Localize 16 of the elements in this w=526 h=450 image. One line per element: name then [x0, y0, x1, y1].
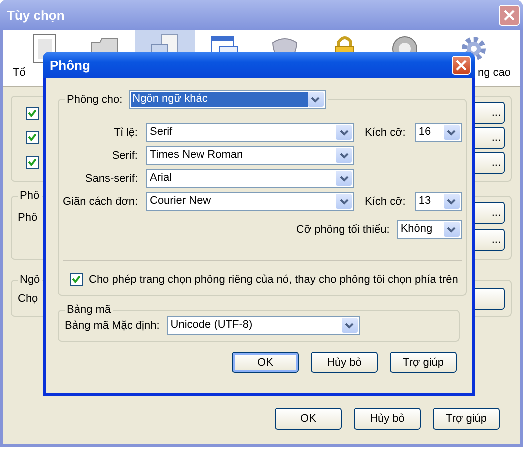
- group-title: Ngô: [19, 274, 42, 286]
- label: Chọ: [18, 293, 38, 305]
- label: Phô: [18, 212, 38, 224]
- label: Bảng mã Mặc định:: [65, 320, 160, 332]
- label: Phông cho:: [67, 94, 123, 106]
- label: Kích cỡ:: [365, 126, 406, 138]
- label: Giãn cách đơn:: [63, 196, 138, 208]
- label: Cỡ phông tối thiểu:: [296, 224, 390, 236]
- dialog-title: Phông: [50, 58, 90, 72]
- label: Tỉ lệ:: [113, 126, 138, 138]
- window-title: Tùy chọn: [7, 8, 65, 22]
- group-title: Phô: [19, 190, 41, 202]
- label: Sans-serif:: [84, 172, 138, 184]
- group-title: Bảng mã: [66, 304, 112, 316]
- label: Serif:: [111, 150, 138, 162]
- label: Kích cỡ:: [365, 196, 406, 208]
